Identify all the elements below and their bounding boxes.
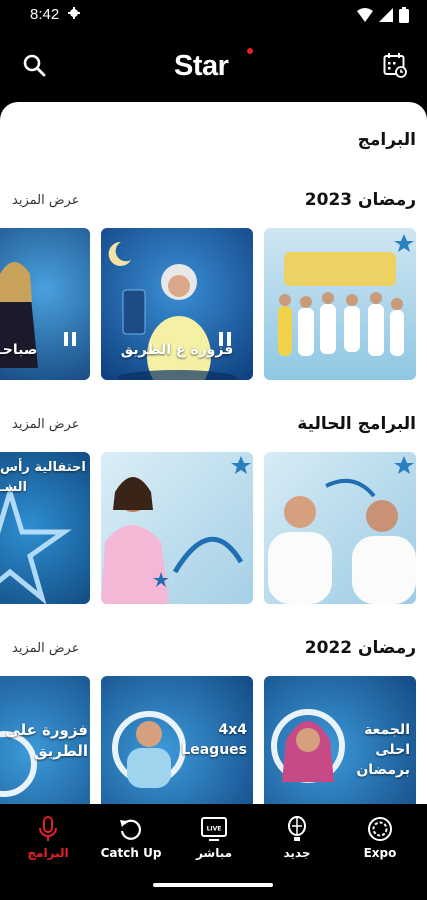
- see-more-link[interactable]: عرض المزيد: [12, 417, 79, 432]
- nav-label: Catch Up: [100, 846, 162, 860]
- nav-label: البرامج: [27, 846, 69, 860]
- nav-label: جديد: [283, 846, 311, 860]
- program-card[interactable]: 4x4 Leagues: [101, 676, 253, 804]
- nav-new[interactable]: جديد: [257, 816, 337, 860]
- microphone-icon: [39, 816, 57, 841]
- star-logo[interactable]: Star: [174, 50, 229, 83]
- see-more-link[interactable]: عرض المزيد: [12, 193, 79, 208]
- nav-programs[interactable]: البرامج: [8, 816, 88, 860]
- schedule-calendar-icon[interactable]: [383, 52, 407, 78]
- program-card[interactable]: احتفالية رأس السـ: [0, 452, 90, 604]
- program-card[interactable]: صباحـ: [0, 228, 90, 380]
- programs-content[interactable]: البرامج رمضان 2023 عرض المزيد فزورة ع ال…: [0, 102, 427, 804]
- program-card[interactable]: [264, 228, 416, 380]
- program-thumbnail: [101, 452, 253, 604]
- live-tv-icon: LIVE: [201, 817, 227, 841]
- program-card[interactable]: [101, 452, 253, 604]
- balloon-icon: [288, 816, 306, 841]
- search-icon[interactable]: [22, 53, 46, 77]
- program-caption: صباحـ: [0, 342, 38, 358]
- section-title-ramadan-2022: رمضان 2022: [304, 638, 416, 658]
- program-caption: احتفالية رأس السـ: [0, 460, 86, 495]
- program-card[interactable]: [264, 452, 416, 604]
- signal-icon: [379, 8, 393, 22]
- nav-live[interactable]: LIVE مباشر: [174, 816, 254, 860]
- settings-gear-icon: [68, 7, 80, 19]
- status-bar: 8:42: [0, 0, 427, 30]
- nav-label: Expo: [363, 846, 397, 860]
- nav-catch-up[interactable]: Catch Up: [91, 816, 171, 860]
- battery-icon: [399, 7, 409, 23]
- nav-expo[interactable]: Expo: [340, 816, 420, 860]
- see-more-link[interactable]: عرض المزيد: [12, 641, 79, 656]
- program-caption: فزورة على الطريق: [5, 721, 88, 760]
- program-card[interactable]: فزورة ع الطريق: [101, 228, 253, 380]
- status-time: 8:42: [30, 6, 60, 23]
- program-card[interactable]: الجمعة احلى برمضان: [264, 676, 416, 804]
- logo-dot: [247, 48, 253, 54]
- program-thumbnail: [264, 228, 416, 380]
- replay-icon: [120, 819, 142, 840]
- program-caption: فزورة ع الطريق: [120, 342, 234, 358]
- program-thumbnail: [264, 452, 416, 604]
- program-caption: الجمعة احلى برمضان: [356, 722, 410, 778]
- app-header: Star: [0, 30, 427, 102]
- section-title-current-programs: البرامج الحالية: [297, 414, 416, 434]
- program-card[interactable]: فزورة على الطريق: [0, 676, 90, 804]
- expo-icon: [368, 817, 392, 841]
- section-title-ramadan-2023: رمضان 2023: [304, 190, 416, 210]
- page-title: البرامج: [357, 130, 416, 150]
- home-indicator[interactable]: [153, 883, 273, 887]
- nav-label: مباشر: [195, 846, 233, 860]
- program-caption: 4x4 Leagues: [181, 722, 247, 758]
- svg-text:LIVE: LIVE: [207, 826, 222, 833]
- wifi-icon: [357, 8, 373, 22]
